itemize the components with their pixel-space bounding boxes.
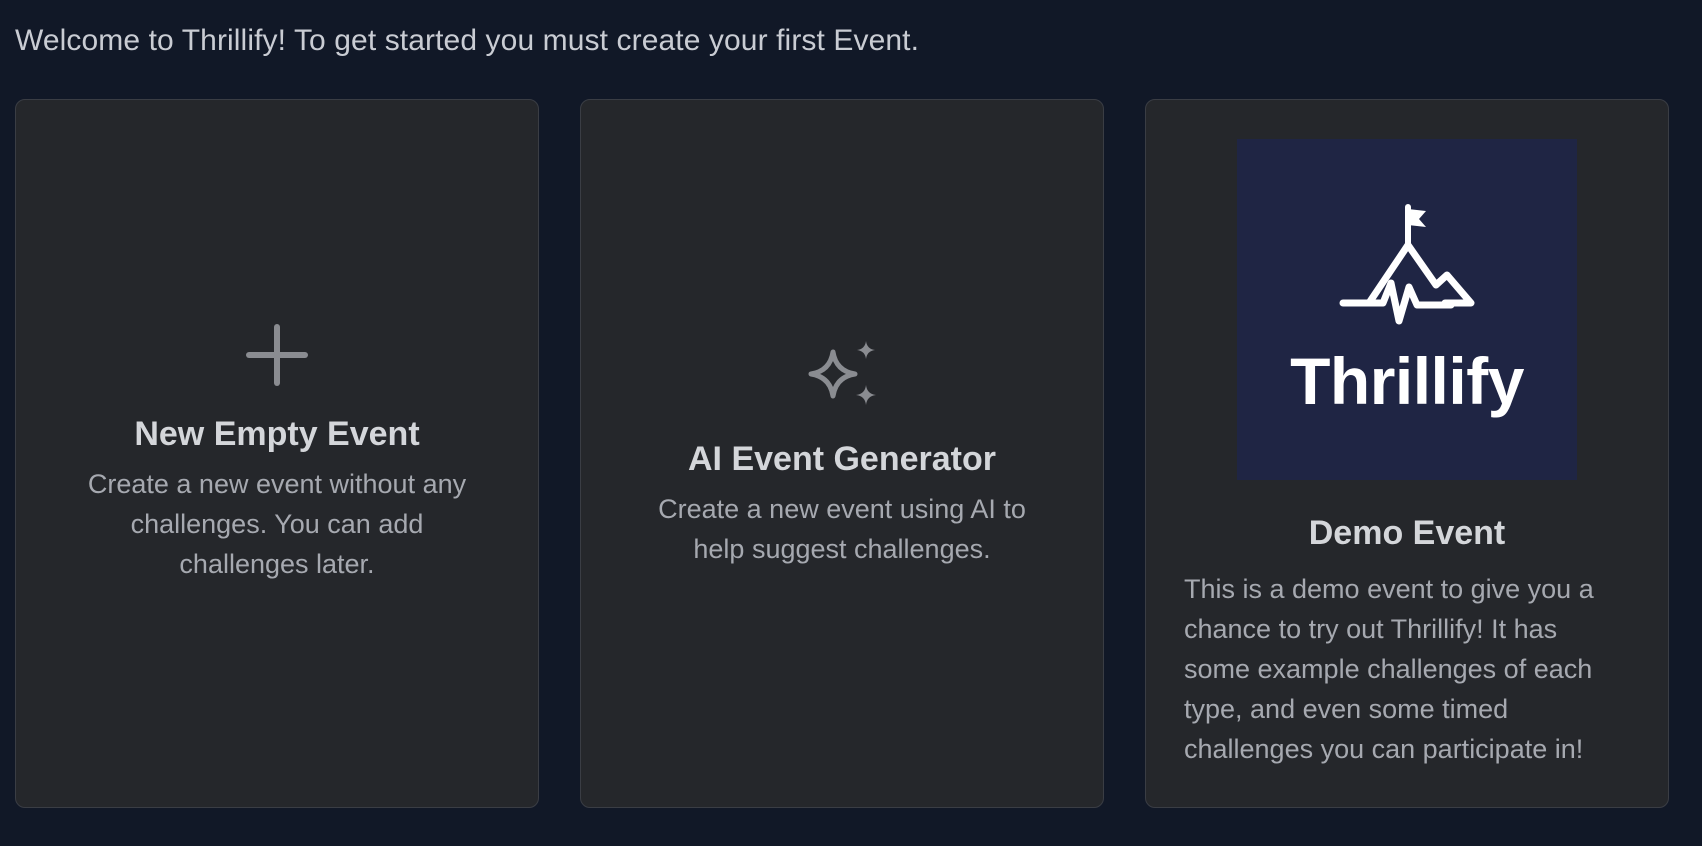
card-title: AI Event Generator: [688, 440, 996, 478]
card-title: Demo Event: [1308, 514, 1506, 552]
thrillify-logo: Thrillify: [1237, 139, 1577, 480]
card-description: Create a new event without any challenge…: [87, 469, 467, 579]
demo-event-card[interactable]: Thrillify Demo Event This is a demo even…: [1145, 99, 1669, 808]
welcome-message: Welcome to Thrillify! To get started you…: [15, 24, 920, 57]
card-description: Create a new event using AI to help sugg…: [658, 494, 1026, 564]
ai-event-generator-card[interactable]: AI Event Generator Create a new event us…: [580, 99, 1104, 808]
event-options: New Empty Event Create a new event witho…: [15, 99, 1669, 808]
plus-icon: [245, 323, 309, 387]
card-description: This is a demo event to give you a chanc…: [1184, 574, 1594, 764]
new-empty-event-card[interactable]: New Empty Event Create a new event witho…: [15, 99, 539, 808]
sparkles-icon: [803, 338, 881, 412]
mountain-flag-icon: [1339, 203, 1475, 324]
card-title: New Empty Event: [134, 415, 420, 453]
logo-wordmark: Thrillify: [1290, 343, 1524, 418]
